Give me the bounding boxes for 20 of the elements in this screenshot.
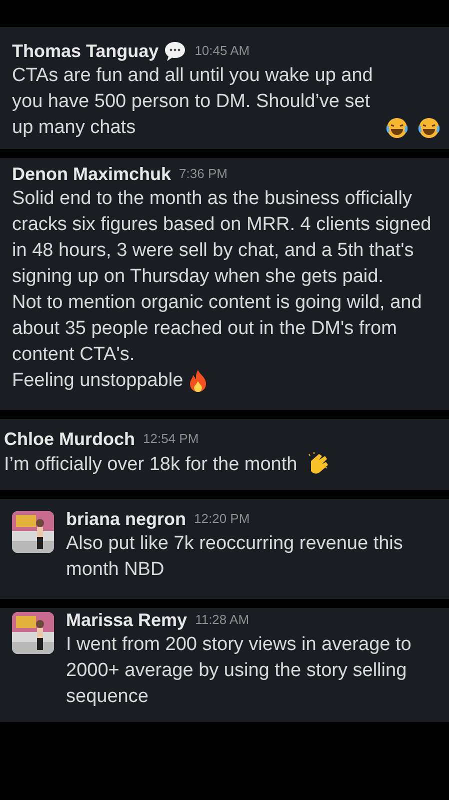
message-text: Feeling unstoppable [12, 369, 184, 393]
speech-bubble-icon [162, 40, 187, 62]
message-time: 10:45 AM [194, 42, 250, 60]
message-text: Not to mention organic content is going wild, and about 35 people reached out in the DM's from content CTA's. [12, 291, 423, 367]
message-text: Solid end to the month as the business officially cracks six figures based on MRR. 4 clients signed in 48 hours, 3 were sell by chat, and a 5th that's signing up on Thursday when she gets paid. [12, 187, 432, 289]
message-text: I’m officially over 18k for the month [4, 453, 298, 477]
laughing-emoji-icon [417, 116, 441, 140]
message-text: CTAs are fun and all until you wake up and you have 500 person to DM. Should’ve set up many chats [12, 64, 374, 140]
author-name[interactable]: Chloe Murdoch [4, 427, 135, 451]
laughing-emoji-icon [385, 116, 409, 140]
author-name[interactable]: Denon Maximchuk [12, 162, 172, 186]
author-name[interactable]: Thomas Tanguay [12, 39, 159, 63]
message-time: 11:28 AM [195, 611, 250, 630]
message-time: 7:36 PM [179, 165, 228, 184]
message-time: 12:20 PM [194, 510, 250, 528]
message-text: I went from 200 story views in average to 2000+ average by using the story selling sequence [66, 633, 412, 709]
message-time: 12:54 PM [143, 430, 199, 448]
author-name[interactable]: Marissa Remy [66, 608, 188, 632]
message-text: Also put like 7k reoccurring revenue this month NBD [66, 532, 404, 582]
author-name[interactable]: briana negron [66, 507, 186, 531]
